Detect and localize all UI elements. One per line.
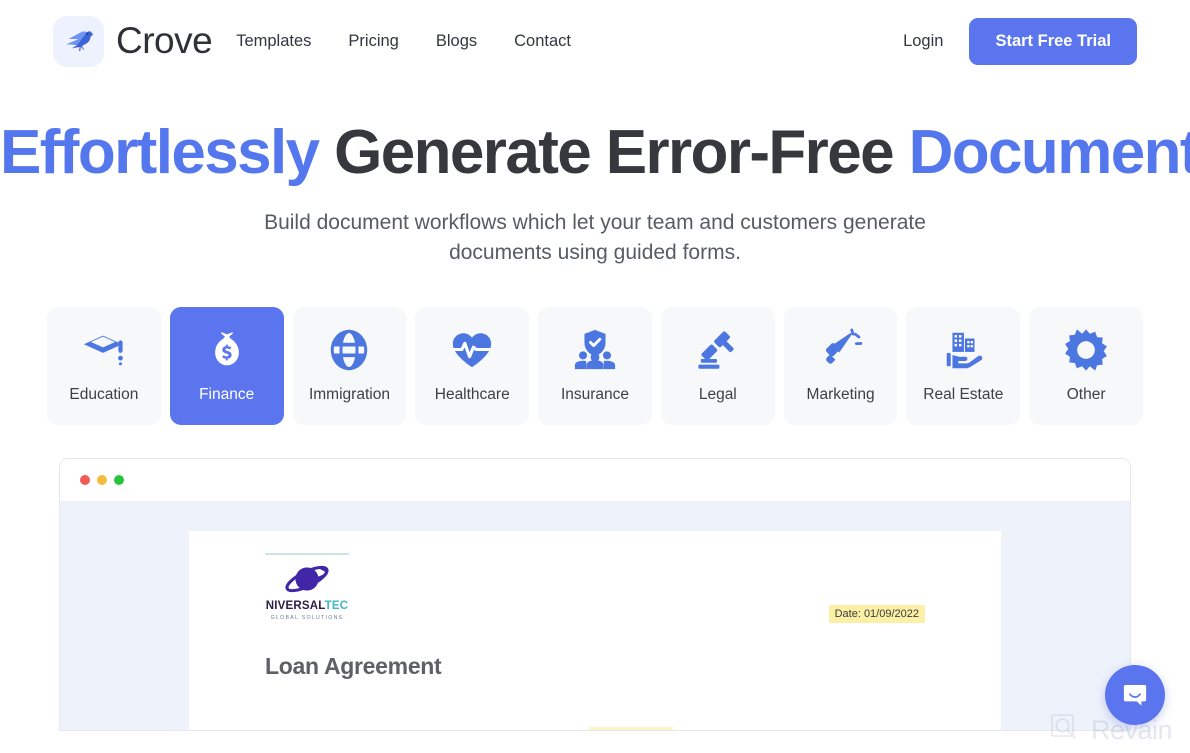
category-label: Legal xyxy=(698,386,737,404)
category-label: Insurance xyxy=(560,386,630,404)
header-actions: Login Start Free Trial xyxy=(903,17,1137,65)
category-tile-immigration[interactable]: Immigration xyxy=(292,306,407,425)
document-logo-tagline: GLOBAL SOLUTIONS xyxy=(270,615,344,622)
nav-item-templates[interactable]: Templates xyxy=(236,32,311,51)
hero-section: Effortlessly Generate Error-Free Documen… xyxy=(0,82,1190,269)
money-bag-icon xyxy=(204,327,250,373)
category-tile-finance[interactable]: Finance xyxy=(169,306,284,425)
document-header: NIVERSALTEC GLOBAL SOLUTIONS Date: 01/09… xyxy=(265,552,925,623)
gavel-icon xyxy=(695,327,741,373)
site-header: Crove Templates Pricing Blogs Contact Lo… xyxy=(0,0,1190,82)
logo-word-part2: TEC xyxy=(324,599,349,612)
graduation-cap-icon xyxy=(81,327,127,373)
login-link[interactable]: Login xyxy=(903,32,943,51)
category-label: Marketing xyxy=(806,386,875,404)
main-nav: Templates Pricing Blogs Contact xyxy=(236,32,571,51)
category-label: Healthcare xyxy=(434,386,510,404)
category-tile-insurance[interactable]: Insurance xyxy=(538,306,652,425)
start-free-trial-button[interactable]: Start Free Trial xyxy=(969,17,1137,65)
category-tile-list: Education Finance Immigration Healthcare… xyxy=(0,306,1190,425)
category-label: Education xyxy=(69,386,139,404)
heart-pulse-icon xyxy=(449,327,495,373)
nav-item-pricing[interactable]: Pricing xyxy=(348,32,398,51)
window-maximize-dot[interactable] xyxy=(114,474,124,485)
category-tile-healthcare[interactable]: Healthcare xyxy=(415,306,530,425)
window-close-dot[interactable] xyxy=(80,474,90,485)
chat-launcher-button[interactable] xyxy=(1105,665,1165,725)
globe-icon xyxy=(326,327,372,373)
browser-title-bar xyxy=(60,458,1130,502)
category-tile-legal[interactable]: Legal xyxy=(660,306,775,425)
category-label: Finance xyxy=(199,386,255,404)
gear-icon xyxy=(1063,327,1109,373)
crow-logo-icon xyxy=(53,15,104,67)
category-label: Real Estate xyxy=(923,386,1004,404)
hero-subheadline: Build document workflows which let your … xyxy=(264,210,926,265)
brand-name: Crove xyxy=(116,20,213,61)
category-tile-real-estate[interactable]: Real Estate xyxy=(906,306,1021,425)
building-hand-icon xyxy=(940,327,986,373)
document-highlight-strip xyxy=(589,726,673,730)
category-label: Immigration xyxy=(308,386,390,404)
logo-top-rule xyxy=(265,552,349,555)
category-label: Other xyxy=(1066,386,1106,404)
document-page: NIVERSALTEC GLOBAL SOLUTIONS Date: 01/09… xyxy=(189,530,1001,730)
headline-accent-end: Documents xyxy=(908,118,1190,187)
nav-item-contact[interactable]: Contact xyxy=(514,32,571,51)
nav-item-blogs[interactable]: Blogs xyxy=(436,32,477,51)
brand[interactable]: Crove xyxy=(53,15,213,67)
document-logo-wordmark: NIVERSALTEC xyxy=(265,599,349,613)
browser-viewport: NIVERSALTEC GLOBAL SOLUTIONS Date: 01/09… xyxy=(60,501,1130,730)
document-company-logo: NIVERSALTEC GLOBAL SOLUTIONS xyxy=(265,552,349,622)
chat-bubble-icon xyxy=(1123,685,1147,706)
headline-middle: Generate Error-Free xyxy=(334,118,894,187)
people-shield-icon xyxy=(572,327,618,373)
browser-preview-window: NIVERSALTEC GLOBAL SOLUTIONS Date: 01/09… xyxy=(59,457,1131,731)
window-minimize-dot[interactable] xyxy=(97,474,107,485)
category-tile-marketing[interactable]: Marketing xyxy=(783,306,898,425)
category-tile-education[interactable]: Education xyxy=(47,306,161,425)
category-tile-other[interactable]: Other xyxy=(1029,306,1144,425)
planet-saturn-icon xyxy=(285,565,329,592)
document-date-field: Date: 01/09/2022 xyxy=(828,604,925,623)
page-title: Effortlessly Generate Error-Free Documen… xyxy=(0,120,1190,186)
headline-accent-start: Effortlessly xyxy=(0,118,320,187)
logo-word-part1: NIVERSAL xyxy=(265,599,325,612)
document-title: Loan Agreement xyxy=(265,652,442,679)
megaphone-icon xyxy=(818,327,864,373)
